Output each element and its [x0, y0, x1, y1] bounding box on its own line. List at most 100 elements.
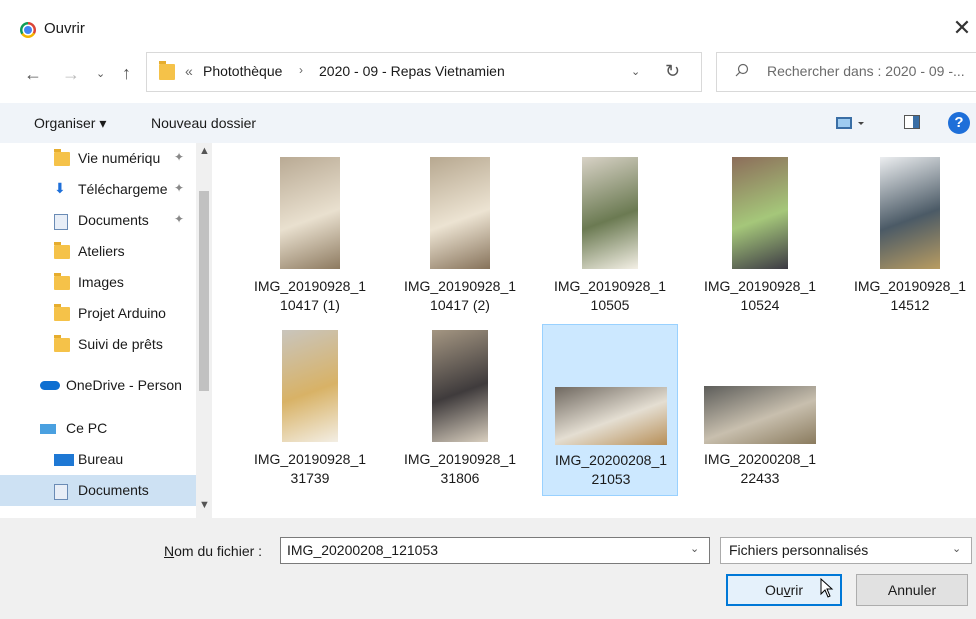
- file-name: IMG_20190928_1 14512: [853, 278, 967, 313]
- title-bar: [0, 0, 976, 36]
- sidebar-item[interactable]: Suivi de prêts: [0, 329, 196, 360]
- sidebar-item-label: Suivi de prêts: [78, 336, 163, 352]
- search-icon: [735, 63, 749, 77]
- chrome-icon: [20, 22, 36, 38]
- navigation-pane: Vie numériqu ✦ ⬇ Téléchargeme ✦ Documents ✦ Ate…: [0, 143, 216, 518]
- file-name: IMG_20190928_1 10505: [553, 278, 667, 313]
- file-name: IMG_20200208_1 22433: [703, 451, 817, 486]
- scroll-up-icon[interactable]: ▲: [199, 145, 210, 157]
- folder-icon: [54, 335, 70, 352]
- image-thumbnail: [704, 386, 816, 444]
- file-item[interactable]: IMG_20190928_1 14512: [842, 151, 976, 323]
- filename-field[interactable]: IMG_20200208_121053: [280, 537, 710, 564]
- organize-button[interactable]: Organiser ▾: [34, 115, 106, 132]
- breadcrumb-separator[interactable]: ›: [299, 63, 303, 77]
- documents-icon: [54, 484, 68, 500]
- sidebar-item-label: Documents: [78, 212, 149, 228]
- file-name: IMG_20190928_1 10417 (1): [253, 278, 367, 313]
- pin-icon[interactable]: ✦: [174, 212, 184, 226]
- file-item[interactable]: IMG_20190928_1 10524: [692, 151, 828, 323]
- scroll-down-icon[interactable]: ▼: [199, 499, 210, 511]
- view-options-icon[interactable]: [836, 115, 866, 131]
- file-name: IMG_20190928_1 10417 (2): [403, 278, 517, 313]
- file-item[interactable]: IMG_20190928_1 10417 (1): [242, 151, 378, 323]
- sidebar-item[interactable]: Vie numériqu ✦: [0, 143, 196, 174]
- mouse-cursor-icon: [820, 578, 834, 598]
- image-thumbnail: [555, 387, 667, 445]
- window-title: Ouvrir: [44, 20, 85, 37]
- file-item[interactable]: IMG_20200208_1 22433: [692, 324, 828, 496]
- search-placeholder: Rechercher dans : 2020 - 09 -...: [767, 63, 965, 79]
- preview-pane-icon[interactable]: [904, 115, 920, 129]
- image-thumbnail: [282, 330, 338, 442]
- file-name: IMG_20200208_1 21053: [554, 452, 668, 487]
- file-type-select[interactable]: Fichiers personnalisés: [720, 537, 972, 564]
- download-icon: ⬇: [54, 180, 66, 196]
- close-button[interactable]: ✕: [948, 14, 976, 42]
- up-button[interactable]: ↑: [122, 63, 131, 83]
- filename-label: Nom du fichier :: [164, 543, 263, 559]
- image-thumbnail: [430, 157, 490, 269]
- file-item[interactable]: IMG_20200208_1 21053: [542, 324, 678, 496]
- command-bar: Organiser ▾ Nouveau dossier ?: [0, 103, 976, 143]
- breadcrumb-item[interactable]: Photothèque: [203, 63, 282, 79]
- sidebar-item-label: OneDrive - Person: [66, 377, 182, 393]
- onedrive-icon: [40, 381, 60, 390]
- pin-icon[interactable]: ✦: [174, 181, 184, 195]
- breadcrumb-item[interactable]: 2020 - 09 - Repas Vietnamien: [319, 63, 505, 79]
- help-button[interactable]: ?: [948, 112, 970, 134]
- image-thumbnail: [432, 330, 488, 442]
- sidebar-item-label: Projet Arduino: [78, 305, 166, 321]
- file-name: IMG_20190928_1 31806: [403, 451, 517, 486]
- cancel-button[interactable]: Annuler: [856, 574, 968, 606]
- sidebar-item[interactable]: Ce PC: [0, 413, 196, 444]
- documents-icon: [54, 214, 68, 230]
- file-item[interactable]: IMG_20190928_1 31739: [242, 324, 378, 496]
- chevron-down-icon[interactable]: ⌄: [952, 542, 961, 555]
- search-input[interactable]: Rechercher dans : 2020 - 09 -...: [716, 52, 976, 92]
- scroll-thumb[interactable]: [199, 191, 209, 391]
- sidebar-item-label: Ateliers: [78, 243, 125, 259]
- sidebar-item[interactable]: ⬇ Téléchargeme ✦: [0, 174, 196, 205]
- chevron-down-icon[interactable]: ⌄: [690, 542, 699, 555]
- image-thumbnail: [732, 157, 788, 269]
- sidebar-item-label: Documents: [78, 482, 149, 498]
- sidebar-item[interactable]: Documents ✦: [0, 205, 196, 236]
- breadcrumb-overflow[interactable]: «: [185, 63, 193, 79]
- file-item[interactable]: IMG_20190928_1 10505: [542, 151, 678, 323]
- file-item[interactable]: IMG_20190928_1 31806: [392, 324, 528, 496]
- folder-icon: [54, 149, 70, 166]
- back-button[interactable]: ←: [24, 64, 42, 84]
- dialog-footer: Nom du fichier : IMG_20200208_121053 ⌄ F…: [0, 518, 976, 619]
- file-name: IMG_20190928_1 31739: [253, 451, 367, 486]
- nav-scrollbar[interactable]: ▲ ▼: [196, 143, 212, 518]
- new-folder-button[interactable]: Nouveau dossier: [151, 115, 256, 131]
- file-grid: IMG_20190928_1 10417 (1) IMG_20190928_1 1…: [216, 143, 976, 518]
- sidebar-item[interactable]: Projet Arduino: [0, 298, 196, 329]
- image-thumbnail: [582, 157, 638, 269]
- folder-icon: [54, 273, 70, 290]
- sidebar-item[interactable]: Documents: [0, 475, 196, 506]
- sidebar-item[interactable]: Images: [0, 267, 196, 298]
- pin-icon[interactable]: ✦: [174, 150, 184, 164]
- sidebar-item[interactable]: OneDrive - Person: [0, 370, 196, 401]
- sidebar-item-label: Ce PC: [66, 420, 108, 436]
- file-item[interactable]: IMG_20190928_1 10417 (2): [392, 151, 528, 323]
- folder-icon: [54, 304, 70, 321]
- folder-icon: [54, 242, 70, 259]
- chevron-down-icon[interactable]: ⌄: [631, 65, 640, 78]
- file-name: IMG_20190928_1 10524: [703, 278, 817, 313]
- folder-icon: [159, 61, 175, 80]
- sidebar-item-label: Vie numériqu: [78, 150, 161, 166]
- recent-locations-button[interactable]: ⌄: [96, 64, 105, 84]
- desktop-icon: [54, 454, 74, 466]
- refresh-button[interactable]: ↻: [665, 61, 680, 82]
- sidebar-item-label: Images: [78, 274, 124, 290]
- forward-button[interactable]: →: [62, 64, 80, 84]
- sidebar-item[interactable]: Bureau: [0, 444, 196, 475]
- pc-icon: [40, 424, 56, 434]
- sidebar-item-label: Téléchargeme: [78, 181, 168, 197]
- image-thumbnail: [880, 157, 940, 269]
- address-bar[interactable]: « Photothèque › 2020 - 09 - Repas Vietna…: [146, 52, 702, 92]
- sidebar-item[interactable]: Ateliers: [0, 236, 196, 267]
